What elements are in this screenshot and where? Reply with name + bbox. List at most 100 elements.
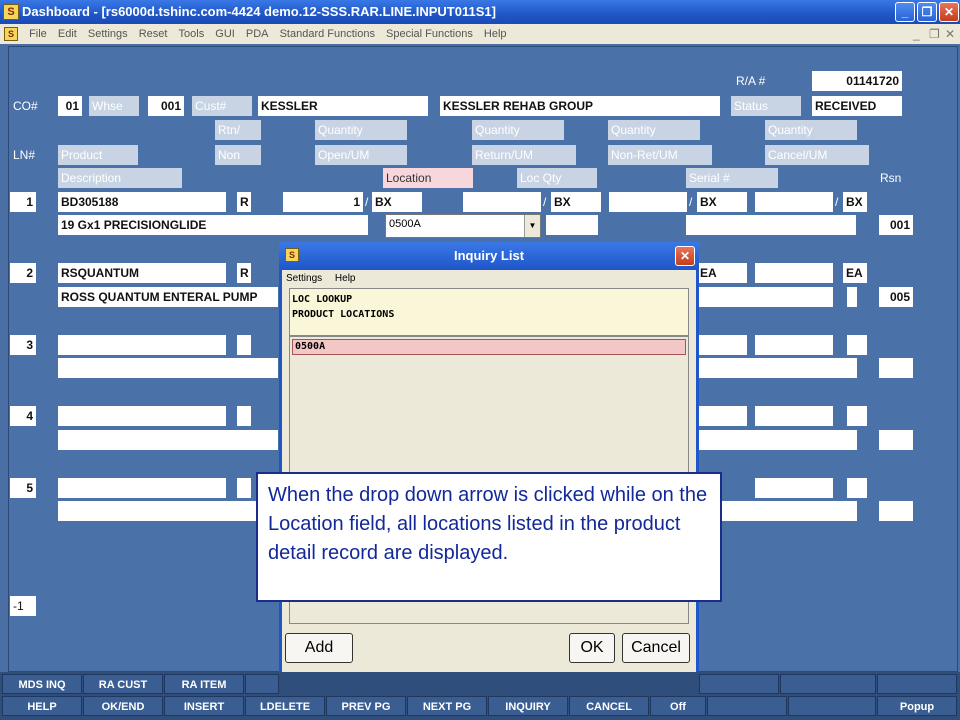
line-description-field[interactable] bbox=[58, 501, 258, 521]
line-serial-field[interactable] bbox=[686, 215, 856, 235]
line-rtn-field[interactable]: R bbox=[237, 192, 251, 212]
line-description-field[interactable] bbox=[58, 358, 278, 378]
menu-special-functions[interactable]: Special Functions bbox=[382, 24, 477, 44]
um-separator: / bbox=[543, 195, 547, 209]
cust-field[interactable]: KESSLER bbox=[258, 96, 428, 116]
dialog-header: LOC LOOKUP PRODUCT LOCATIONS bbox=[289, 288, 689, 336]
whse-field[interactable]: 001 bbox=[148, 96, 184, 116]
um-separator: / bbox=[365, 195, 369, 209]
menu-settings[interactable]: Settings bbox=[84, 24, 132, 44]
line-description-field[interactable]: 19 Gx1 PRECISIONGLIDE bbox=[58, 215, 368, 235]
line-number: 2 bbox=[10, 263, 36, 283]
fkey-mds-inq[interactable]: MDS INQ bbox=[2, 674, 82, 694]
fkey-popup[interactable]: Popup bbox=[877, 696, 957, 716]
fkey-cancel[interactable]: CANCEL bbox=[569, 696, 649, 716]
mdi-minimize-icon[interactable]: _ bbox=[913, 24, 920, 44]
line-rsn-field[interactable] bbox=[879, 358, 913, 378]
menu-edit[interactable]: Edit bbox=[54, 24, 81, 44]
line-rtn-field[interactable] bbox=[237, 335, 251, 355]
line-nonret-um-field[interactable] bbox=[697, 335, 747, 355]
menu-pda[interactable]: PDA bbox=[242, 24, 273, 44]
line-serial-field[interactable] bbox=[697, 430, 857, 450]
line-product-field[interactable] bbox=[58, 406, 226, 426]
dialog-close-icon[interactable]: ✕ bbox=[675, 246, 695, 266]
line-serial-field[interactable] bbox=[697, 287, 833, 307]
line-serial-field[interactable] bbox=[697, 358, 857, 378]
ra-number-field[interactable]: 01141720 bbox=[812, 71, 902, 91]
menu-standard-functions[interactable]: Standard Functions bbox=[276, 24, 379, 44]
fkey-blank[interactable] bbox=[780, 674, 876, 694]
line-cancel-um-field[interactable] bbox=[847, 406, 867, 426]
close-icon[interactable]: ✕ bbox=[939, 2, 959, 22]
menu-file[interactable]: File bbox=[25, 24, 51, 44]
line-rsn-field[interactable] bbox=[879, 501, 913, 521]
line-serial-field[interactable] bbox=[722, 501, 857, 521]
line-return-qty-field[interactable] bbox=[463, 192, 541, 212]
line-serial-end[interactable] bbox=[847, 287, 857, 307]
location-dropdown[interactable]: 0500A ▼ bbox=[385, 214, 541, 238]
fkey-inquiry[interactable]: INQUIRY bbox=[488, 696, 568, 716]
line-description-field[interactable] bbox=[58, 430, 278, 450]
line-cancel-qty-field[interactable] bbox=[755, 406, 833, 426]
line-loc-qty-field[interactable] bbox=[546, 215, 598, 235]
fkey-blank[interactable] bbox=[877, 674, 957, 694]
line-cancel-qty-field[interactable] bbox=[755, 192, 833, 212]
line-cancel-um-field[interactable]: BX bbox=[843, 192, 867, 212]
menu-gui[interactable]: GUI bbox=[211, 24, 239, 44]
fkey-next-pg[interactable]: NEXT PG bbox=[407, 696, 487, 716]
ok-button[interactable]: OK bbox=[569, 633, 615, 663]
cancel-button[interactable]: Cancel bbox=[622, 633, 690, 663]
col-quantity-nonret: Quantity bbox=[608, 120, 700, 140]
line-cancel-um-field[interactable]: EA bbox=[843, 263, 867, 283]
dropdown-arrow-icon[interactable]: ▼ bbox=[524, 215, 540, 237]
fkey-blank[interactable] bbox=[788, 696, 876, 716]
line-description-field[interactable]: ROSS QUANTUM ENTERAL PUMP bbox=[58, 287, 278, 307]
maximize-icon[interactable]: ❐ bbox=[917, 2, 937, 22]
menu-reset[interactable]: Reset bbox=[135, 24, 172, 44]
fkey-prev-pg[interactable]: PREV PG bbox=[326, 696, 406, 716]
line-open-um-field[interactable]: BX bbox=[372, 192, 422, 212]
fkey-blank[interactable] bbox=[699, 674, 779, 694]
line-cancel-um-field[interactable] bbox=[847, 478, 867, 498]
line-rtn-field[interactable]: R bbox=[237, 263, 251, 283]
line-product-field[interactable] bbox=[58, 478, 226, 498]
list-item[interactable]: 0500A bbox=[292, 339, 686, 355]
line-product-field[interactable]: BD305188 bbox=[58, 192, 226, 212]
fkey-help[interactable]: HELP bbox=[2, 696, 82, 716]
mdi-restore-icon[interactable]: ❐ bbox=[929, 24, 940, 44]
line-cancel-um-field[interactable] bbox=[847, 335, 867, 355]
line-rsn-field[interactable] bbox=[879, 430, 913, 450]
line-rtn-field[interactable] bbox=[237, 478, 251, 498]
line-nonret-um-field[interactable]: EA bbox=[697, 263, 747, 283]
line-cancel-qty-field[interactable] bbox=[755, 263, 833, 283]
dialog-menu-settings[interactable]: Settings bbox=[286, 273, 322, 284]
line-rtn-field[interactable] bbox=[237, 406, 251, 426]
fkey-ra-cust[interactable]: RA CUST bbox=[83, 674, 163, 694]
add-button[interactable]: Add bbox=[285, 633, 353, 663]
mdi-close-icon[interactable]: ✕ bbox=[945, 24, 955, 44]
fkey-blank[interactable] bbox=[707, 696, 787, 716]
menu-tools[interactable]: Tools bbox=[175, 24, 209, 44]
minimize-icon[interactable]: _ bbox=[895, 2, 915, 22]
fkey-ok-end[interactable]: OK/END bbox=[83, 696, 163, 716]
co-field[interactable]: 01 bbox=[58, 96, 82, 116]
fkey-ldelete[interactable]: LDELETE bbox=[245, 696, 325, 716]
fkey-ra-item[interactable]: RA ITEM bbox=[164, 674, 244, 694]
line-open-qty-field[interactable]: 1 bbox=[283, 192, 363, 212]
dialog-menu-help[interactable]: Help bbox=[335, 273, 356, 284]
line-nonret-um-field[interactable]: BX bbox=[697, 192, 747, 212]
fkey-blank[interactable] bbox=[245, 674, 279, 694]
line-product-field[interactable] bbox=[58, 335, 226, 355]
line-return-um-field[interactable]: BX bbox=[551, 192, 601, 212]
location-value: 0500A bbox=[389, 218, 421, 230]
line-nonret-um-field[interactable] bbox=[697, 406, 747, 426]
fkey-off[interactable]: Off bbox=[650, 696, 706, 716]
fkey-insert[interactable]: INSERT bbox=[164, 696, 244, 716]
line-rsn-field[interactable]: 001 bbox=[879, 215, 913, 235]
line-product-field[interactable]: RSQUANTUM bbox=[58, 263, 226, 283]
line-cancel-qty-field[interactable] bbox=[755, 335, 833, 355]
line-rsn-field[interactable]: 005 bbox=[879, 287, 913, 307]
line-nonret-qty-field[interactable] bbox=[609, 192, 687, 212]
menu-help[interactable]: Help bbox=[480, 24, 511, 44]
line-cancel-qty-field[interactable] bbox=[755, 478, 833, 498]
